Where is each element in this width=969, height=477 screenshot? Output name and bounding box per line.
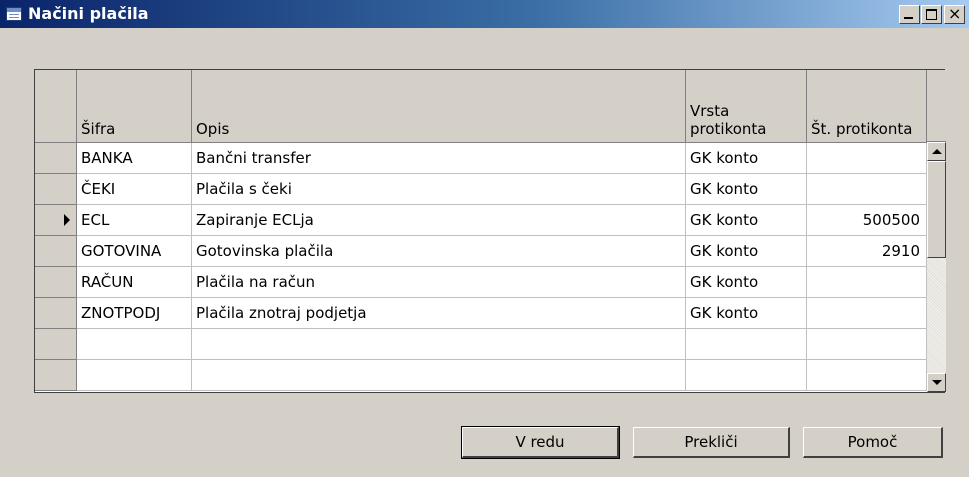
minimize-button[interactable] [899,5,920,24]
row-selector[interactable] [35,329,77,360]
cell-code[interactable]: RAČUN [77,267,192,298]
cell-account-no[interactable] [807,329,927,360]
table-icon[interactable] [6,7,22,21]
maximize-button[interactable] [921,5,942,24]
scroll-thumb[interactable] [927,161,946,258]
cell-account-no[interactable] [807,298,927,329]
current-row-arrow-icon [64,214,70,226]
cell-code[interactable] [77,360,192,391]
cell-description[interactable]: Plačila na račun [192,267,686,298]
row-selector-header[interactable] [35,70,77,143]
cancel-button[interactable]: Prekliči [633,427,790,458]
cell-code[interactable]: ČEKI [77,174,192,205]
cell-account-type[interactable]: GK konto [686,267,807,298]
cell-account-type[interactable] [686,329,807,360]
cell-code[interactable]: ECL [77,205,192,236]
cell-description[interactable]: Bančni transfer [192,143,686,174]
cell-account-type[interactable]: GK konto [686,174,807,205]
cell-code[interactable]: BANKA [77,143,192,174]
payment-methods-grid: Šifra Opis Vrsta protikonta Št. protikon… [34,69,946,393]
cell-account-type[interactable]: GK konto [686,143,807,174]
cell-account-no[interactable] [807,267,927,298]
cell-description[interactable]: Zapiranje ECLja [192,205,686,236]
column-header-description[interactable]: Opis [192,70,686,143]
cell-description[interactable] [192,360,686,391]
cell-code[interactable]: ZNOTPODJ [77,298,192,329]
close-button[interactable]: × [944,4,965,24]
cell-code[interactable]: GOTOVINA [77,236,192,267]
payment-methods-window: Načini plačila × Šifra Opis Vrsta protik… [0,0,969,477]
cell-account-type[interactable]: GK konto [686,298,807,329]
row-selector[interactable] [35,360,77,391]
cell-account-no[interactable]: 500500 [807,205,927,236]
window-title: Načini plačila [28,4,149,23]
cell-account-type[interactable]: GK konto [686,205,807,236]
cell-description[interactable]: Plačila s čeki [192,174,686,205]
cell-account-no[interactable] [807,360,927,391]
cell-code[interactable] [77,329,192,360]
cell-account-no[interactable] [807,143,927,174]
scroll-down-button[interactable] [927,373,946,392]
close-icon: × [948,4,962,23]
title-bar[interactable]: Načini plačila × [0,0,969,28]
row-selector[interactable] [35,267,77,298]
column-header-code[interactable]: Šifra [77,70,192,143]
cell-account-type[interactable]: GK konto [686,236,807,267]
row-selector[interactable] [35,236,77,267]
column-header-account-type[interactable]: Vrsta protikonta [686,70,807,143]
column-header-account-no[interactable]: Št. protikonta [807,70,927,143]
help-button[interactable]: Pomoč [803,427,943,458]
cell-description[interactable]: Gotovinska plačila [192,236,686,267]
row-selector[interactable] [35,143,77,174]
row-selector[interactable] [35,174,77,205]
cell-account-type[interactable] [686,360,807,391]
cell-description[interactable] [192,329,686,360]
cell-account-no[interactable] [807,174,927,205]
vertical-scrollbar[interactable] [927,142,946,392]
scrollbar-header-cap [927,70,946,142]
ok-button[interactable]: V redu [461,426,620,459]
cell-description[interactable]: Plačila znotraj podjetja [192,298,686,329]
row-selector[interactable] [35,298,77,329]
cell-account-no[interactable]: 2910 [807,236,927,267]
scroll-up-button[interactable] [927,142,946,161]
row-selector[interactable] [35,205,77,236]
